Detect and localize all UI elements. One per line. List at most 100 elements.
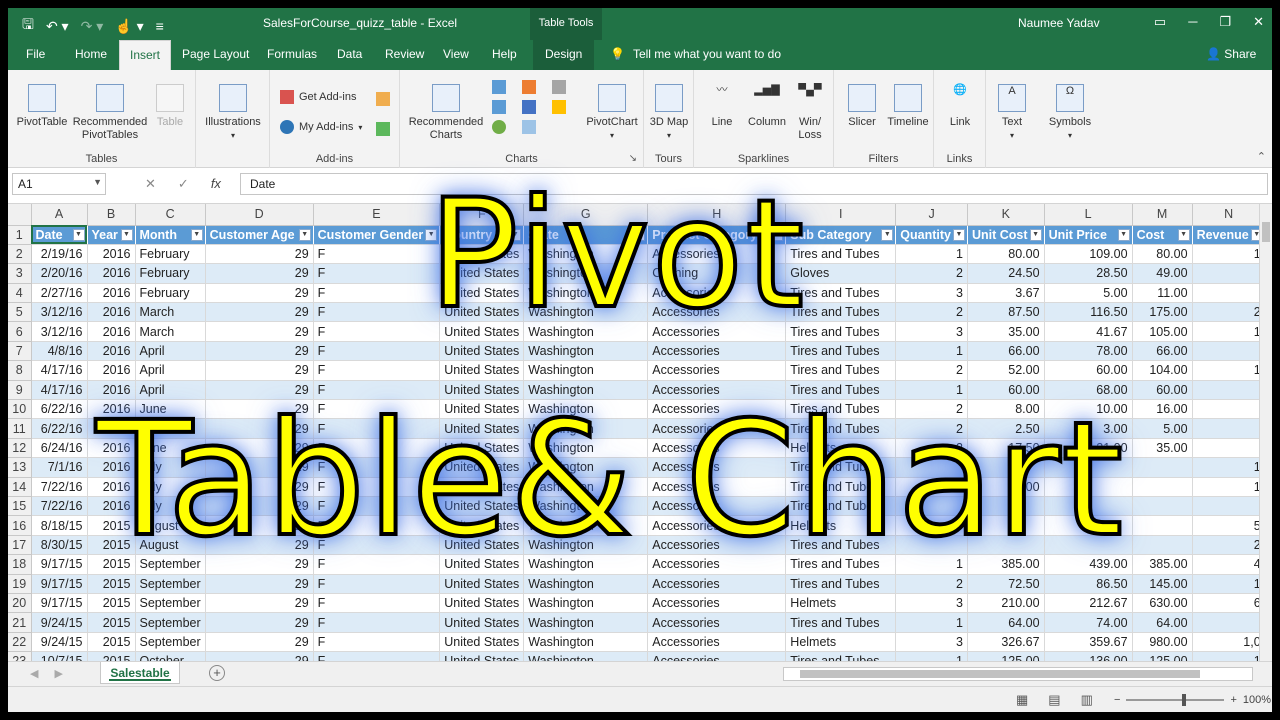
cell[interactable]: Washington xyxy=(523,438,649,459)
cell[interactable]: 2015 xyxy=(87,632,136,653)
filter-dropdown-icon[interactable]: ▼ xyxy=(298,228,311,241)
cell[interactable]: United States xyxy=(439,515,525,536)
cell[interactable] xyxy=(1132,496,1193,517)
cell[interactable] xyxy=(967,457,1045,478)
cell[interactable]: Washington xyxy=(523,632,649,653)
cell[interactable]: Tires and Tubes xyxy=(785,477,897,497)
timeline-button[interactable]: Timeline xyxy=(884,84,932,129)
cell[interactable]: F xyxy=(313,477,441,497)
save-icon[interactable]: 🖫 xyxy=(22,14,34,38)
cell[interactable]: Tires and Tubes xyxy=(785,341,897,362)
cell[interactable] xyxy=(967,535,1045,556)
cell[interactable]: 2016 xyxy=(87,418,136,439)
text-button[interactable]: A Text ▾ xyxy=(992,84,1032,142)
filter-dropdown-icon[interactable]: ▼ xyxy=(509,228,522,241)
cell[interactable]: Accessories xyxy=(647,341,787,362)
cell[interactable]: United States xyxy=(439,399,525,420)
cell[interactable]: 2 xyxy=(895,360,968,381)
cell[interactable]: United States xyxy=(439,496,525,517)
cell[interactable]: F xyxy=(313,380,441,401)
cell[interactable]: September xyxy=(135,593,206,614)
restore-icon[interactable]: ❐ xyxy=(1219,14,1231,30)
cell[interactable]: 326.67 xyxy=(967,632,1045,653)
sheet-tab-salestable[interactable]: Salestable xyxy=(100,662,180,684)
cell[interactable] xyxy=(1132,515,1193,536)
cell[interactable]: 104.00 xyxy=(1132,360,1193,381)
cell[interactable]: 630.00 xyxy=(1132,593,1193,614)
cell[interactable]: 4/17/16 xyxy=(31,360,88,381)
cell[interactable]: 2015 xyxy=(87,515,136,536)
cell[interactable]: F xyxy=(313,341,441,362)
cell[interactable]: 29 xyxy=(205,341,314,362)
cell[interactable]: 72.50 xyxy=(967,574,1045,594)
row-header[interactable]: 16 xyxy=(8,515,32,536)
cell[interactable]: June xyxy=(135,399,206,420)
cell[interactable]: 29 xyxy=(205,302,314,323)
column-header[interactable]: G xyxy=(523,204,649,226)
cell[interactable]: 2 xyxy=(895,438,968,459)
cell[interactable]: 2015 xyxy=(87,535,136,556)
cell[interactable]: Accessories xyxy=(647,360,787,381)
page-break-view-icon[interactable]: ▥ xyxy=(1081,692,1093,708)
column-header[interactable]: E xyxy=(313,204,441,226)
sparkline-winloss-button[interactable]: ▀▄▀ Win/ Loss xyxy=(792,84,828,142)
tab-formulas[interactable]: Formulas xyxy=(267,47,317,61)
tab-design[interactable]: Design xyxy=(533,40,595,70)
cell[interactable] xyxy=(895,496,968,517)
cell[interactable]: 3/12/16 xyxy=(31,302,88,323)
cell[interactable]: Washington xyxy=(523,593,649,614)
cell[interactable]: 66.00 xyxy=(1132,341,1193,362)
cell[interactable]: 3 xyxy=(895,283,968,304)
cell[interactable]: 2016 xyxy=(87,477,136,497)
cell[interactable]: 29 xyxy=(205,321,314,342)
row-header[interactable]: 13 xyxy=(8,457,32,478)
cell[interactable]: Accessories xyxy=(647,496,787,517)
redo-icon[interactable]: ↷ ▾ xyxy=(81,18,104,35)
cell[interactable]: Washington xyxy=(523,535,649,556)
cell[interactable]: 11.00 xyxy=(1132,283,1193,304)
cell[interactable]: 29 xyxy=(205,496,314,517)
tell-me-box[interactable]: 💡 Tell me what you want to do xyxy=(610,47,781,61)
cell[interactable]: 2 xyxy=(895,263,968,284)
cell[interactable]: 1 xyxy=(1192,477,1266,497)
cell[interactable]: Accessories xyxy=(647,632,787,653)
cell[interactable]: September xyxy=(135,612,206,633)
cell[interactable]: June xyxy=(135,418,206,439)
cell[interactable]: Tires and Tubes xyxy=(785,380,897,401)
cell[interactable]: 2016 xyxy=(87,496,136,517)
filter-dropdown-icon[interactable]: ▼ xyxy=(633,228,646,241)
cell[interactable]: 29 xyxy=(205,263,314,284)
column-header[interactable]: L xyxy=(1044,204,1133,226)
filter-dropdown-icon[interactable]: ▼ xyxy=(1029,228,1042,241)
link-button[interactable]: 🌐 Link xyxy=(940,84,980,129)
cell[interactable]: February xyxy=(135,263,206,284)
next-sheet-icon[interactable]: ▶ xyxy=(54,667,62,680)
cell[interactable]: 29 xyxy=(205,612,314,633)
cell[interactable]: United States xyxy=(439,632,525,653)
cell[interactable] xyxy=(1192,380,1266,401)
cell[interactable]: 3 xyxy=(895,593,968,614)
cell[interactable]: 52.00 xyxy=(967,360,1045,381)
cell[interactable]: Helmets xyxy=(785,438,897,459)
cell[interactable]: United States xyxy=(439,438,525,459)
cell[interactable]: 2/27/16 xyxy=(31,283,88,304)
cell[interactable]: F xyxy=(313,418,441,439)
zoom-slider[interactable] xyxy=(1126,694,1225,706)
cell[interactable]: Washington xyxy=(523,477,649,497)
cell[interactable]: 1 xyxy=(1192,360,1266,381)
cell[interactable]: 2015 xyxy=(87,574,136,594)
cell[interactable]: F xyxy=(313,302,441,323)
filter-dropdown-icon[interactable]: ▼ xyxy=(953,228,965,241)
cell[interactable]: 29 xyxy=(205,651,314,661)
cell[interactable]: 439.00 xyxy=(1044,554,1133,575)
cell[interactable]: June xyxy=(135,438,206,459)
cell[interactable]: February xyxy=(135,244,206,265)
hierarchy-chart-icon[interactable] xyxy=(522,80,536,94)
row-header[interactable]: 7 xyxy=(8,341,32,362)
zoom-level[interactable]: 100% xyxy=(1243,694,1271,706)
name-box[interactable]: A1 ▼ xyxy=(12,173,106,195)
cell[interactable]: F xyxy=(313,574,441,594)
cell[interactable]: F xyxy=(313,612,441,633)
3d-map-button[interactable]: 3D Map ▾ xyxy=(648,84,690,142)
cell[interactable] xyxy=(1192,283,1266,304)
